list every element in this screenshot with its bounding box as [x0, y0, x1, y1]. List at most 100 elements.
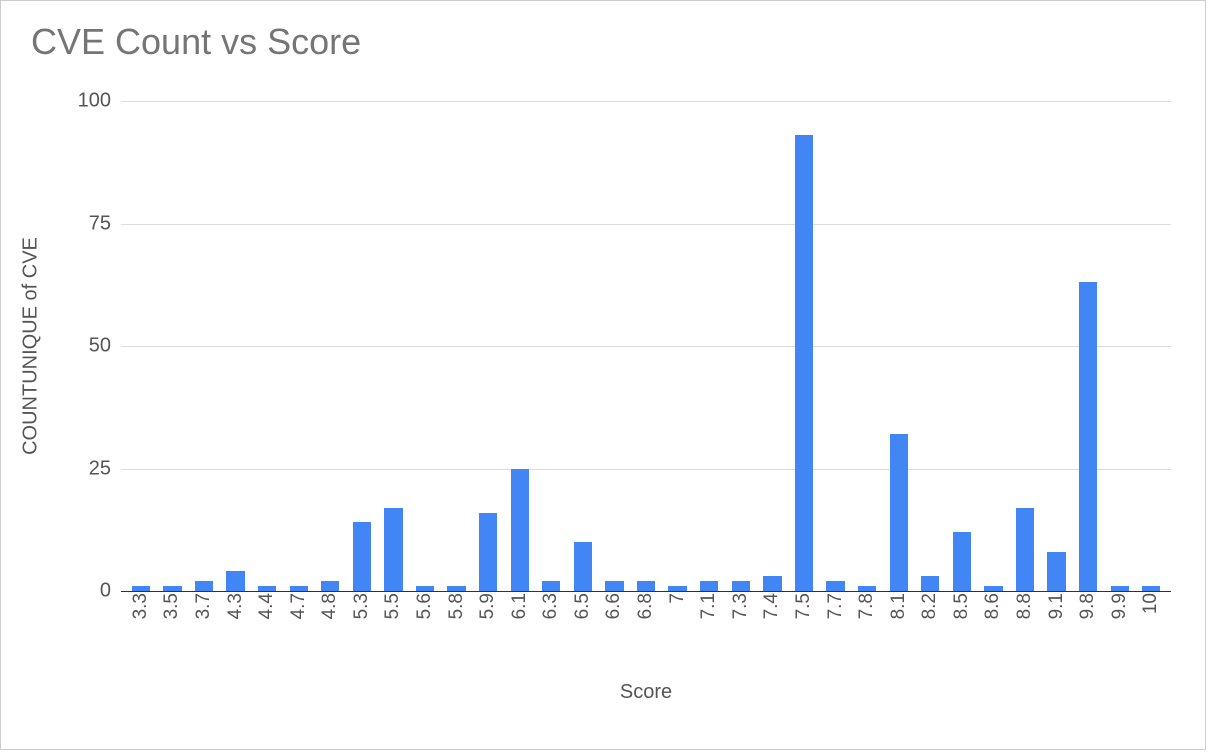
x-label-slot: 5.9: [472, 593, 504, 625]
bar: [511, 469, 529, 592]
bar-slot: [1009, 101, 1041, 591]
x-tick-label: 7.8: [856, 593, 878, 625]
bar: [574, 542, 592, 591]
x-tick-label: 6.5: [572, 593, 594, 625]
x-tick-label: 7.4: [761, 593, 783, 625]
x-tick-label: 6.8: [635, 593, 657, 625]
x-tick-label: 8.8: [1014, 593, 1036, 625]
x-label-slot: 8.6: [978, 593, 1010, 625]
x-label-slot: 6.1: [504, 593, 536, 625]
x-label-slot: 4.3: [220, 593, 252, 625]
y-axis-title-text: COUNTUNIQUE of CVE: [20, 237, 43, 455]
bar: [416, 586, 434, 591]
bar-slot: [883, 101, 915, 591]
bar: [795, 135, 813, 591]
x-label-slot: 5.5: [378, 593, 410, 625]
x-tick-label: 3.7: [193, 593, 215, 625]
bar: [226, 571, 244, 591]
x-label-slot: 7.3: [725, 593, 757, 625]
bar-slot: [220, 101, 252, 591]
y-tick-label: 75: [61, 212, 121, 235]
bar-slot: [599, 101, 631, 591]
x-label-slot: 9.9: [1104, 593, 1136, 625]
bars-group: [121, 101, 1171, 591]
x-label-slot: 5.3: [346, 593, 378, 625]
bar-slot: [504, 101, 536, 591]
bar: [132, 586, 150, 591]
bar-slot: [1104, 101, 1136, 591]
x-label-slot: 3.3: [125, 593, 157, 625]
x-axis-title: Score: [121, 681, 1171, 704]
bar-slot: [662, 101, 694, 591]
bar: [163, 586, 181, 591]
x-label-slot: 8.5: [946, 593, 978, 625]
bar-slot: [441, 101, 473, 591]
bar: [384, 508, 402, 591]
bar: [953, 532, 971, 591]
x-label-slot: 7.1: [693, 593, 725, 625]
bar-slot: [1136, 101, 1168, 591]
bar: [605, 581, 623, 591]
bar: [1142, 586, 1160, 591]
bar: [258, 586, 276, 591]
plot-area: 0255075100: [121, 101, 1171, 592]
bar: [353, 522, 371, 591]
bar: [290, 586, 308, 591]
bar-slot: [757, 101, 789, 591]
bar: [826, 581, 844, 591]
bar: [700, 581, 718, 591]
x-tick-label: 4.3: [225, 593, 247, 625]
bar-slot: [409, 101, 441, 591]
bar-slot: [314, 101, 346, 591]
x-labels-group: 3.33.53.74.34.44.74.85.35.55.65.85.96.16…: [121, 593, 1171, 625]
bar-slot: [536, 101, 568, 591]
x-tick-label: 5.8: [446, 593, 468, 625]
bar: [858, 586, 876, 591]
chart-title: CVE Count vs Score: [31, 21, 361, 63]
x-tick-label: 3.5: [161, 593, 183, 625]
x-label-slot: 6.3: [536, 593, 568, 625]
bar: [1016, 508, 1034, 591]
x-tick-label: 7: [667, 593, 689, 610]
x-label-slot: 7: [662, 593, 694, 625]
x-label-slot: 7.7: [820, 593, 852, 625]
x-tick-label: 6.1: [509, 593, 531, 625]
bar-slot: [251, 101, 283, 591]
x-label-slot: 6.5: [567, 593, 599, 625]
x-tick-label: 10: [1140, 593, 1162, 620]
bar-slot: [567, 101, 599, 591]
x-label-slot: 9.8: [1072, 593, 1104, 625]
bar: [479, 513, 497, 591]
x-label-slot: 10: [1136, 593, 1168, 625]
x-tick-label: 8.2: [919, 593, 941, 625]
bar-slot: [788, 101, 820, 591]
bar-slot: [188, 101, 220, 591]
x-tick-label: 8.6: [982, 593, 1004, 625]
bar-slot: [914, 101, 946, 591]
x-tick-label: 6.6: [603, 593, 625, 625]
x-tick-label: 7.7: [825, 593, 847, 625]
bar: [732, 581, 750, 591]
y-tick-label: 50: [61, 335, 121, 358]
x-tick-label: 5.6: [414, 593, 436, 625]
x-tick-label: 4.4: [256, 593, 278, 625]
x-tick-label: 5.3: [351, 593, 373, 625]
bar-slot: [946, 101, 978, 591]
bar: [321, 581, 339, 591]
x-label-slot: 8.2: [914, 593, 946, 625]
bar-slot: [978, 101, 1010, 591]
x-tick-label: 7.5: [793, 593, 815, 625]
x-tick-label: 9.1: [1046, 593, 1068, 625]
bar-slot: [1041, 101, 1073, 591]
y-tick-label: 0: [61, 580, 121, 603]
y-tick-label: 25: [61, 457, 121, 480]
x-label-slot: 5.6: [409, 593, 441, 625]
bar: [668, 586, 686, 591]
bar: [763, 576, 781, 591]
x-label-slot: 6.8: [630, 593, 662, 625]
x-label-slot: 3.7: [188, 593, 220, 625]
bar: [195, 581, 213, 591]
x-tick-label: 8.5: [951, 593, 973, 625]
bar: [542, 581, 560, 591]
x-tick-label: 8.1: [888, 593, 910, 625]
